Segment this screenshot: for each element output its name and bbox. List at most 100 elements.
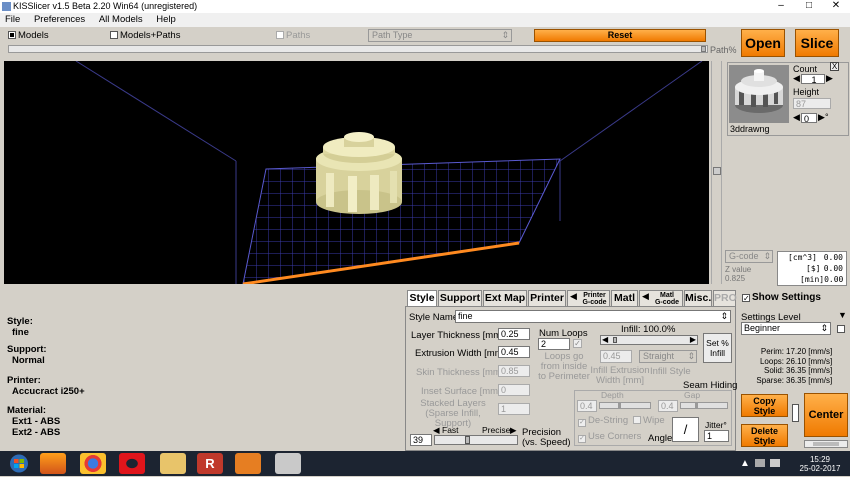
file-app-icon[interactable]: [235, 453, 261, 474]
gap-input[interactable]: 0.4: [658, 400, 678, 412]
chevron-down-icon[interactable]: ▼: [838, 310, 847, 320]
summary-panel: [0, 286, 404, 451]
layer-thickness-input[interactable]: 0.25: [498, 328, 530, 340]
rotation-input[interactable]: 0: [801, 113, 817, 124]
angle-button[interactable]: /: [672, 417, 699, 442]
z-slider-thumb[interactable]: [713, 167, 721, 175]
start-button[interactable]: [5, 453, 33, 474]
path-slider[interactable]: [8, 45, 708, 53]
use-corners-checkbox[interactable]: ✓ Use Corners: [578, 431, 641, 443]
style-name-select[interactable]: fine ⇕: [455, 310, 731, 323]
close-button[interactable]: ✕: [822, 0, 850, 13]
app-r-icon[interactable]: R: [197, 453, 223, 474]
center-scroll[interactable]: [804, 440, 848, 448]
slice-button[interactable]: Slice: [795, 29, 839, 57]
tray-arrow-icon[interactable]: ▲: [740, 459, 750, 469]
model-thumbnail-image: [729, 65, 789, 123]
opera-icon[interactable]: [119, 453, 145, 474]
stacked-layers-input[interactable]: 1: [498, 403, 530, 415]
infill-slider-thumb[interactable]: [613, 337, 617, 343]
check-icon: ✓: [578, 435, 586, 443]
kisslicer-taskbar-icon[interactable]: [275, 453, 301, 474]
maximize-button[interactable]: □: [795, 0, 823, 13]
firefox-icon[interactable]: [40, 453, 66, 474]
delete-style-button[interactable]: Delete Style: [741, 424, 788, 447]
show-settings-checkbox[interactable]: ✓ Show Settings: [742, 292, 821, 303]
precision-input[interactable]: 39: [410, 434, 432, 446]
num-loops-input[interactable]: 2: [538, 338, 570, 350]
3d-viewport[interactable]: [4, 61, 709, 284]
gcode-select[interactable]: G-code ⇕: [725, 250, 773, 263]
menu-all-models[interactable]: All Models: [99, 14, 143, 25]
remove-model-button[interactable]: X: [830, 62, 839, 71]
precision-slider[interactable]: [434, 435, 518, 445]
skin-thickness-input[interactable]: 0.85: [498, 365, 530, 377]
gap-slider[interactable]: [680, 402, 728, 409]
infill-style-label: Infill Style: [650, 366, 691, 377]
tab-matl[interactable]: Matl: [611, 290, 638, 307]
path-type-select[interactable]: Path Type ⇕: [368, 29, 512, 42]
inset-surface-label: Inset Surface [mm]: [421, 386, 501, 397]
center-scroll-thumb[interactable]: [813, 442, 839, 446]
file-explorer-icon[interactable]: [160, 453, 186, 474]
precision-slider-thumb[interactable]: [465, 436, 470, 444]
models-radio[interactable]: Models: [8, 30, 49, 41]
gap-slider-thumb[interactable]: [695, 402, 698, 409]
depth-slider[interactable]: [599, 402, 651, 409]
inset-surface-input[interactable]: 0: [498, 384, 530, 396]
paths-checkbox[interactable]: Paths: [276, 30, 310, 41]
rotation-unit: °: [825, 112, 829, 122]
rotate-icon[interactable]: ◀: [793, 112, 800, 123]
network-icon[interactable]: [755, 459, 765, 467]
copy-style-button[interactable]: Copy Style: [741, 394, 788, 417]
tab-matl-gcode[interactable]: ◀ Matl G-code: [639, 290, 683, 307]
chrome-icon[interactable]: [80, 453, 106, 474]
tab-printer[interactable]: Printer: [528, 290, 566, 307]
arrow-right-icon: ▶: [689, 335, 696, 344]
menu-preferences[interactable]: Preferences: [34, 14, 85, 25]
infill-slider[interactable]: ◀ ▶: [600, 335, 698, 345]
count-input[interactable]: 1: [801, 74, 825, 85]
infill-extrusion-width-input[interactable]: 0.45: [600, 350, 632, 363]
updown-icon: ⇕: [720, 311, 728, 321]
open-button[interactable]: Open: [741, 29, 785, 57]
extrusion-width-input[interactable]: 0.45: [498, 346, 530, 358]
count-decrement-icon[interactable]: ◀: [793, 73, 800, 84]
depth-slider-thumb[interactable]: [618, 402, 621, 409]
clock[interactable]: 15:29 25-02-2017: [795, 455, 845, 473]
tab-printer-gcode[interactable]: ◀ Printer G-code: [567, 290, 610, 307]
jitter-input[interactable]: 1: [704, 430, 729, 442]
path-slider-thumb[interactable]: [701, 46, 706, 52]
jitter-label: Jitter°: [705, 420, 727, 430]
set-infill-button[interactable]: Set % Infill: [703, 333, 732, 363]
wipe-checkbox[interactable]: Wipe: [633, 415, 665, 426]
menu-file[interactable]: File: [5, 14, 20, 25]
tab-misc[interactable]: Misc.: [684, 290, 712, 307]
updown-icon: ⇕: [687, 351, 695, 361]
infill-style-select[interactable]: Straight ⇕: [639, 350, 697, 363]
precision-label: Precision (vs. Speed): [522, 427, 571, 448]
loops-checkbox[interactable]: ✓: [573, 339, 582, 348]
depth-input[interactable]: 0.4: [577, 400, 597, 412]
minimize-button[interactable]: –: [767, 0, 795, 13]
depth-label: Depth: [601, 390, 624, 400]
settings-level-select[interactable]: Beginner ⇕: [741, 322, 831, 335]
tab-ext-map[interactable]: Ext Map: [483, 290, 527, 307]
z-slider[interactable]: [711, 61, 722, 284]
rotation-increment-icon[interactable]: ▶: [818, 112, 825, 123]
tab-pro[interactable]: PRO: [713, 290, 737, 307]
tab-support[interactable]: Support: [438, 290, 482, 307]
3d-model[interactable]: [316, 132, 402, 214]
destring-checkbox[interactable]: ✓ De-String: [578, 415, 628, 427]
updown-icon: ⇕: [763, 251, 771, 261]
tab-style[interactable]: Style: [407, 290, 437, 307]
models-paths-radio[interactable]: Models+Paths: [110, 30, 180, 41]
center-button[interactable]: Center: [804, 393, 848, 437]
reset-button[interactable]: Reset: [534, 29, 706, 42]
count-increment-icon[interactable]: ▶: [826, 73, 833, 84]
menu-help[interactable]: Help: [156, 14, 176, 25]
volume-icon[interactable]: [770, 459, 780, 467]
extrusion-width-label: Extrusion Width [mm]: [415, 348, 506, 359]
settings-level-checkbox[interactable]: [837, 325, 845, 333]
vertical-toggle[interactable]: [792, 404, 799, 422]
